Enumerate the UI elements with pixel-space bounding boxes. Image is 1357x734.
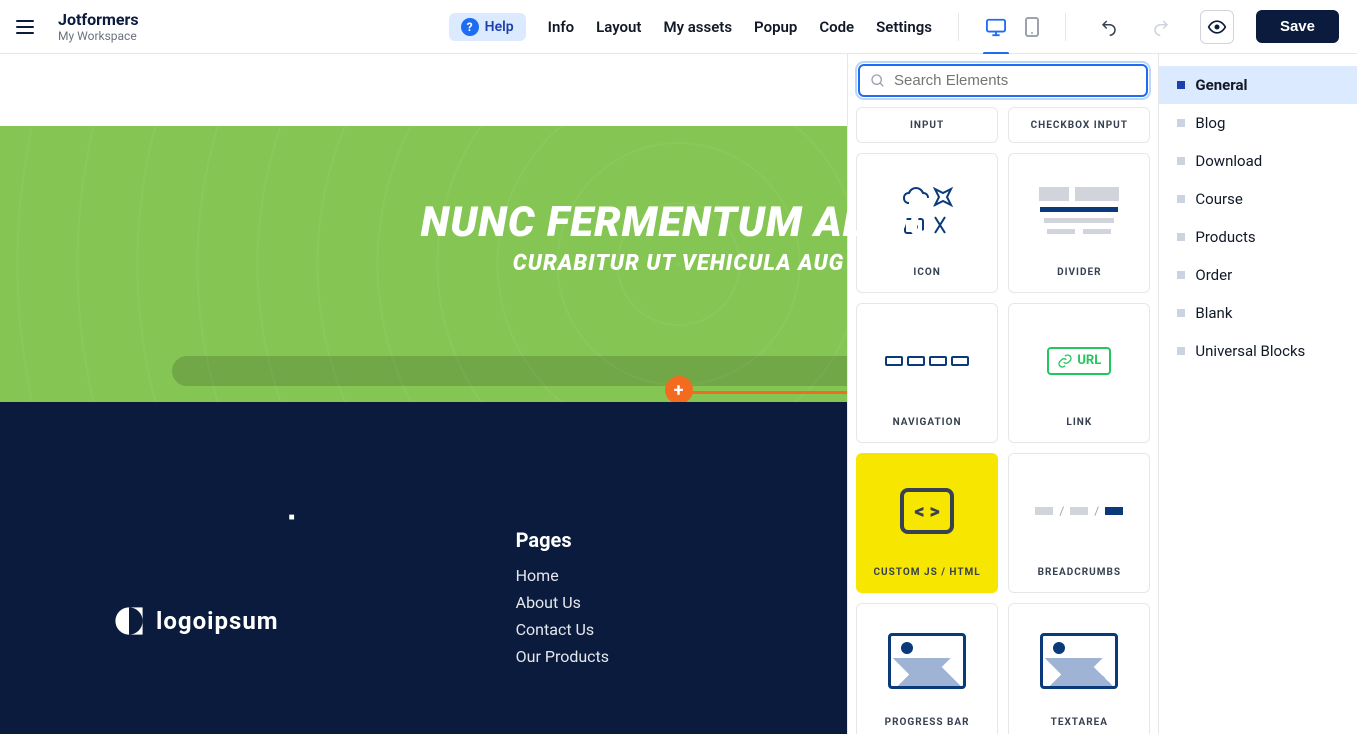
navigation-thumb — [885, 356, 969, 366]
element-label: CUSTOM JS / HTML — [874, 567, 981, 578]
footer-link-home[interactable]: Home — [516, 566, 609, 585]
brand-subtitle: My Workspace — [58, 29, 139, 43]
help-label: Help — [485, 19, 514, 35]
footer-link-contact[interactable]: Contact Us — [516, 620, 609, 639]
desktop-view-button[interactable] — [985, 17, 1007, 37]
element-card-custom-js-html[interactable]: < > CUSTOM JS / HTML — [856, 453, 998, 593]
desktop-icon — [985, 17, 1007, 37]
nav-code[interactable]: Code — [819, 18, 854, 36]
add-element-button[interactable]: + — [665, 376, 693, 402]
mobile-icon — [1025, 17, 1039, 37]
undo-button[interactable] — [1092, 10, 1126, 44]
breadcrumb-thumb: // — [1035, 504, 1123, 518]
category-blank[interactable]: Blank — [1159, 294, 1357, 332]
footer-link-about[interactable]: About Us — [516, 593, 609, 612]
nav-myassets[interactable]: My assets — [663, 18, 732, 36]
element-label: TEXTAREA — [1051, 717, 1108, 728]
link-thumb-text: URL — [1077, 353, 1101, 368]
link-icon — [1057, 353, 1073, 369]
redo-icon — [1152, 18, 1170, 36]
eye-icon — [1207, 17, 1227, 37]
element-label: LINK — [1066, 417, 1092, 428]
element-card-link[interactable]: URL LINK — [1008, 303, 1150, 443]
nav-popup[interactable]: Popup — [754, 18, 797, 36]
element-label: BREADCRUMBS — [1038, 567, 1121, 578]
nav-info[interactable]: Info — [548, 18, 575, 36]
hero-heading: NUNC FERMENTUM ALIQU — [0, 198, 1357, 247]
save-button[interactable]: Save — [1256, 10, 1339, 43]
preview-button[interactable] — [1200, 10, 1234, 44]
mobile-view-button[interactable] — [1025, 17, 1039, 37]
code-icon: < > — [900, 488, 954, 534]
divider — [1065, 13, 1066, 41]
element-card-breadcrumbs[interactable]: // BREADCRUMBS — [1008, 453, 1150, 593]
brand-block: Jotformers My Workspace — [58, 10, 139, 44]
footer-link-products[interactable]: Our Products — [516, 647, 609, 666]
element-card-textarea[interactable]: TEXTAREA — [1008, 603, 1150, 734]
logo-icon — [112, 604, 146, 638]
footer-logo: logoipsum ■ — [112, 508, 296, 734]
hamburger-menu-button[interactable] — [16, 15, 40, 39]
element-card-navigation[interactable]: NAVIGATION — [856, 303, 998, 443]
category-label: Universal Blocks — [1195, 342, 1305, 360]
topbar: Jotformers My Workspace ? Help Info Layo… — [0, 0, 1357, 54]
footer-pages-column: Pages Home About Us Contact Us Our Produ… — [516, 438, 609, 734]
nav-layout[interactable]: Layout — [596, 18, 641, 36]
link-thumb: URL — [1047, 347, 1111, 375]
image-thumb — [1040, 633, 1118, 689]
help-button[interactable]: ? Help — [449, 13, 526, 41]
divider — [958, 13, 959, 41]
hero-subheading: CURABITUR UT VEHICULA AUG — [0, 251, 1357, 276]
search-elements-wrap[interactable] — [858, 64, 1148, 97]
redo-button[interactable] — [1144, 10, 1178, 44]
category-universal-blocks[interactable]: Universal Blocks — [1159, 332, 1357, 370]
undo-icon — [1100, 18, 1118, 36]
footer-logo-text: logoipsum — [156, 607, 279, 635]
top-nav: ? Help Info Layout My assets Popup Code … — [449, 10, 1339, 44]
footer-pages-heading: Pages — [516, 528, 609, 552]
category-general[interactable]: General — [1159, 66, 1357, 104]
image-thumb — [888, 633, 966, 689]
category-label: General — [1195, 76, 1247, 94]
question-icon: ? — [461, 18, 479, 36]
search-elements-input[interactable] — [894, 72, 1136, 89]
category-label: Blank — [1195, 304, 1232, 322]
brand-title: Jotformers — [58, 10, 139, 29]
nav-settings[interactable]: Settings — [876, 18, 932, 36]
element-label: PROGRESS BAR — [885, 717, 970, 728]
element-label: NAVIGATION — [893, 417, 962, 428]
trademark-icon: ■ — [289, 512, 296, 523]
element-card-progress-bar[interactable]: PROGRESS BAR — [856, 603, 998, 734]
search-icon — [870, 73, 886, 89]
